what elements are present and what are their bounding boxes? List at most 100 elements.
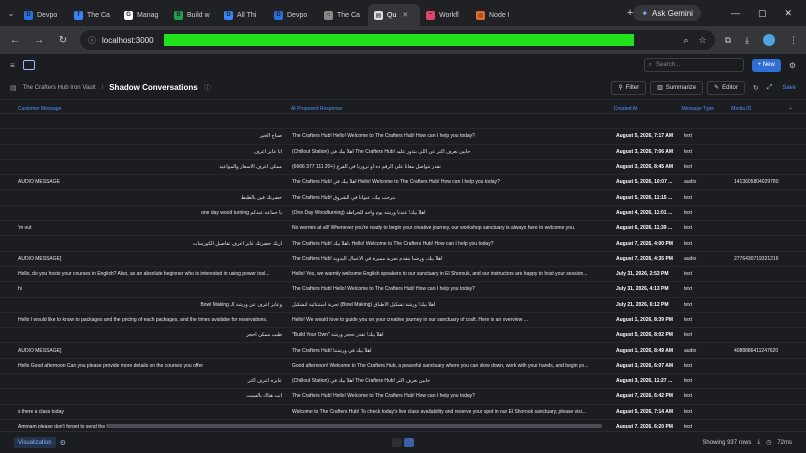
cell-message-type[interactable]: text [682, 332, 732, 338]
cell-message-type[interactable]: text [682, 302, 732, 308]
table-row[interactable]: عايزة أعرف أكتر (Chillout Station) أهلاً … [0, 374, 806, 390]
table-row[interactable]: وعايز أعرف عن ورشة الـ Bowl Making تجربة … [0, 298, 806, 313]
browser-tab[interactable]: ▤ Qu ✕ [368, 4, 420, 26]
cell-message-type[interactable]: audio [682, 256, 732, 262]
cell-ai-response[interactable]: The Crafters Hub! أهلاً بيك في Hello! We… [288, 179, 614, 185]
download-results-icon[interactable]: ⤓ [757, 439, 760, 446]
col-media-id[interactable]: Media ID [729, 106, 789, 112]
cell-created-at[interactable]: August 7, 2026, 6:20 PM [614, 424, 682, 428]
site-info-icon[interactable]: ⓘ [88, 35, 96, 46]
cell-created-at[interactable]: August 3, 2026, 11:27 ... [614, 378, 682, 384]
cell-ai-response[interactable]: The Crafters Hub! أهلاً بيك، ورشنا بتقدم… [288, 256, 614, 262]
cell-ai-response[interactable]: (6666 377 111 20+) تقدر تتواصل معانا على… [288, 164, 614, 170]
zoom-icon[interactable]: ⌕ [683, 35, 688, 46]
summarize-button[interactable]: ▥ Summarize [650, 80, 704, 95]
table-row[interactable]: Hello I would like to know to packages a… [0, 313, 806, 329]
cell-created-at[interactable]: August 1, 2026, 8:49 AM [614, 348, 682, 354]
browser-tab[interactable]: ~ Workfl [420, 4, 470, 26]
forward-icon[interactable]: → [32, 35, 46, 46]
table-row[interactable]: حضرتك فين بالظبط The Crafters Hub! بنرحب … [0, 190, 806, 206]
maximize-icon[interactable]: ▢ [758, 8, 767, 19]
cell-customer-message[interactable]: 'm out [0, 225, 288, 231]
cell-created-at[interactable]: August 5, 2026, 7:17 AM [614, 133, 682, 139]
table-row[interactable]: طيب ممكن أحجز "Build Your Own" أهلاً بيك!… [0, 328, 806, 344]
browser-tab[interactable]: ◎ Node I [470, 4, 520, 26]
tab-search-icon[interactable]: ⌄ [4, 6, 18, 20]
info-icon[interactable]: ⓘ [204, 83, 211, 93]
profile-avatar[interactable] [763, 34, 775, 46]
browser-tab[interactable]: ○ The Ca [318, 4, 368, 26]
col-message-type[interactable]: Message Type [679, 106, 729, 112]
cell-customer-message[interactable]: ازيك حضرتك عايز أعرف تفاصيل الكورسات [0, 241, 288, 247]
cell-created-at[interactable]: August 5, 2026, 10:07 ... [614, 179, 682, 185]
hamburger-icon[interactable]: ≡ [10, 61, 15, 70]
breadcrumb-parent[interactable]: The Crafters Hub Iron Vault [23, 85, 96, 91]
cell-message-type[interactable]: text [682, 225, 732, 231]
cell-customer-message[interactable]: عايزة أعرف أكتر [0, 378, 288, 384]
cell-message-type[interactable]: audio [682, 348, 732, 354]
cell-message-type[interactable]: text [682, 195, 732, 201]
table-row[interactable]: AUDIO MESSAGE The Crafters Hub! أهلاً بيك… [0, 175, 806, 191]
browser-tab[interactable]: D Devpo [268, 4, 318, 26]
cell-ai-response[interactable]: The Crafters Hub! أهلاً بيك، Hello! Welc… [288, 241, 614, 247]
cell-customer-message[interactable]: AUDIO MESSAGE [0, 179, 288, 185]
save-button[interactable]: Save [782, 85, 796, 91]
cell-message-type[interactable]: text [682, 149, 732, 155]
search-input[interactable]: ⌕ Search... [643, 58, 744, 72]
back-icon[interactable]: ← [8, 35, 22, 46]
cell-customer-message[interactable]: AUDIO MESSAGE] [0, 256, 288, 262]
cell-customer-message[interactable]: hi [0, 286, 288, 292]
cell-created-at[interactable]: August 5, 2026, 8:02 PM [614, 332, 682, 338]
app-logo[interactable] [22, 60, 35, 70]
bookmark-star-icon[interactable]: ☆ [699, 35, 707, 46]
browser-tab[interactable]: D All Thi [218, 4, 268, 26]
cell-ai-response[interactable]: تجربة استثنائية لتشكيل (Bowl Making) أهل… [288, 302, 614, 308]
table-row[interactable]: Hello, do you hosts your courses in Engl… [0, 267, 806, 283]
cell-ai-response[interactable]: The Crafters Hub! بنرحب بيك، عنوانا في ا… [288, 195, 614, 201]
table-row[interactable]: AUDIO MESSAGE] The Crafters Hub! أهلاً بي… [0, 343, 806, 359]
cell-customer-message[interactable]: Hello, do you hosts your courses in Engl… [0, 271, 288, 277]
filter-button[interactable]: ⚲ Filter [611, 80, 647, 95]
refresh-icon[interactable]: ↻ [753, 84, 759, 92]
table-row[interactable]: أنا عايز أعرف (Chillout Station) أهلاً بي… [0, 145, 806, 160]
cell-created-at[interactable]: August 4, 2026, 11:01 ... [614, 210, 682, 216]
cell-created-at[interactable]: August 7, 2026, 6:42 PM [614, 393, 682, 399]
cell-message-type[interactable]: text [682, 409, 732, 415]
table-row[interactable] [0, 114, 806, 130]
col-customer-message[interactable]: Customer Message [0, 106, 287, 112]
table-view-icon[interactable] [404, 438, 414, 447]
table-row[interactable]: صباح الخير The Crafters Hub! Hello! Welco… [0, 129, 806, 145]
cell-message-type[interactable]: text [682, 378, 732, 384]
download-icon[interactable]: ⤓ [745, 35, 749, 46]
reload-icon[interactable]: ↻ [56, 35, 70, 46]
cell-customer-message[interactable]: أنت هناك بالسبت [0, 393, 288, 399]
cell-created-at[interactable]: August 1, 2026, 8:39 PM [614, 317, 682, 323]
minimize-icon[interactable]: — [731, 8, 740, 19]
expand-icon[interactable]: ⤢ [767, 84, 773, 92]
cell-message-type[interactable]: text [682, 164, 732, 170]
cell-customer-message[interactable]: يا جماعة عندكم one day wood turning [0, 210, 288, 216]
table-row[interactable]: s there a class today Welcome to The Craf… [0, 405, 806, 420]
cell-ai-response[interactable]: The Crafters Hub! Hello! Welcome to The … [288, 133, 614, 139]
add-column-icon[interactable]: + [789, 106, 806, 112]
cell-message-type[interactable]: text [682, 133, 732, 139]
cell-customer-message[interactable]: أنا عايز أعرف [0, 149, 288, 155]
cell-created-at[interactable]: July 21, 2026, 6:12 PM [614, 302, 682, 308]
cell-message-type[interactable]: text [682, 210, 732, 216]
cell-message-type[interactable]: text [682, 317, 732, 323]
cell-message-type[interactable]: text [682, 286, 732, 292]
cell-created-at[interactable]: August 7, 2026, 4:35 PM [614, 256, 682, 262]
cell-message-type[interactable]: text [682, 393, 732, 399]
table-row[interactable]: أنت هناك بالسبت The Crafters Hub! Hello! … [0, 389, 806, 405]
browser-tab[interactable]: G Manag [118, 4, 168, 26]
table-row[interactable]: Hello Good afternoon Can you please prov… [0, 359, 806, 375]
extensions-icon[interactable]: ⧉ [725, 35, 731, 46]
browser-tab[interactable]: D Devpo [18, 4, 68, 26]
cell-customer-message[interactable]: ممكن أعرف الأسعار والمواعيد [0, 164, 288, 170]
viz-settings-icon[interactable]: ⚙ [60, 439, 66, 447]
cell-customer-message[interactable]: حضرتك فين بالظبط [0, 195, 288, 201]
cell-created-at[interactable]: August 6, 2026, 11:39 ... [614, 225, 682, 231]
cell-message-type[interactable]: text [682, 241, 732, 247]
cell-customer-message[interactable]: صباح الخير [0, 133, 288, 139]
cell-media-id[interactable]: 2776430719321216 [732, 256, 792, 262]
